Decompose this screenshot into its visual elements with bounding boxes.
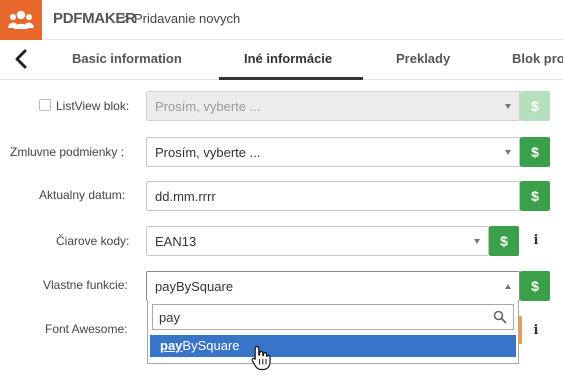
chevron-down-icon — [505, 150, 511, 155]
zmluvne-value: Prosím, vyberte ... — [155, 145, 261, 160]
ciarove-label: Čiarove kody: — [56, 234, 130, 248]
chevron-down-icon — [505, 104, 511, 109]
dropdown-search-value: pay — [159, 310, 180, 325]
custom-function-value: payBySquare — [155, 279, 234, 294]
tab-ine-informacie[interactable]: Iné informácie — [244, 51, 332, 66]
breadcrumb: Pridavanie novych — [134, 11, 241, 26]
listview-checkbox[interactable] — [39, 99, 51, 111]
tab-bar: Basic information Iné informácie Preklad… — [0, 40, 563, 80]
vlastne-label: Vlastne funkcie: — [43, 278, 128, 292]
users-group-icon[interactable] — [0, 0, 42, 40]
listview-label: ListView blok: — [56, 99, 130, 113]
zmluvne-label: Zmluvne podmienky : — [10, 145, 125, 159]
dollar-button: $ — [520, 91, 550, 121]
tab-blok[interactable]: Blok pro — [512, 51, 563, 66]
zmluvne-select[interactable]: Prosím, vyberte ... — [146, 137, 520, 167]
dollar-button[interactable]: $ — [520, 271, 550, 301]
dollar-button[interactable]: $ — [520, 181, 550, 211]
custom-function-select[interactable]: payBySquare — [146, 271, 520, 301]
hand-cursor-icon — [251, 345, 271, 371]
barcode-value: EAN13 — [155, 234, 197, 249]
option-rest-text: BySquare — [182, 338, 240, 353]
back-chevron-icon[interactable] — [12, 48, 32, 70]
date-input[interactable]: dd.mm.rrrr — [146, 181, 520, 211]
listview-value: Prosím, vyberte ... — [155, 99, 261, 114]
info-icon[interactable]: i — [522, 316, 550, 346]
date-placeholder: dd.mm.rrrr — [155, 189, 216, 204]
select-dropdown-panel: pay payBySquare — [147, 300, 519, 364]
active-tab-indicator — [219, 77, 363, 80]
listview-select: Prosím, vyberte ... — [146, 91, 520, 121]
dollar-button[interactable]: $ — [489, 226, 519, 256]
barcode-select[interactable]: EAN13 — [146, 226, 489, 256]
option-match-text: pay — [160, 338, 183, 353]
top-bar: PDFMAKER > Pridavanie novych — [0, 0, 563, 40]
dollar-button[interactable]: $ — [520, 137, 550, 167]
dropdown-search-input[interactable]: pay — [152, 304, 514, 330]
tab-preklady[interactable]: Preklady — [396, 51, 450, 66]
chevron-down-icon — [474, 239, 480, 244]
info-icon[interactable]: i — [522, 226, 550, 256]
fontawesome-label: Font Awesome: — [45, 322, 128, 336]
datum-label: Aktualny datum: — [39, 188, 126, 202]
breadcrumb-separator: > — [122, 10, 131, 26]
chevron-up-icon — [505, 284, 511, 289]
search-icon — [493, 310, 507, 324]
dropdown-option-paybysquare[interactable]: payBySquare — [150, 335, 516, 357]
tab-basic-information[interactable]: Basic information — [72, 51, 182, 66]
